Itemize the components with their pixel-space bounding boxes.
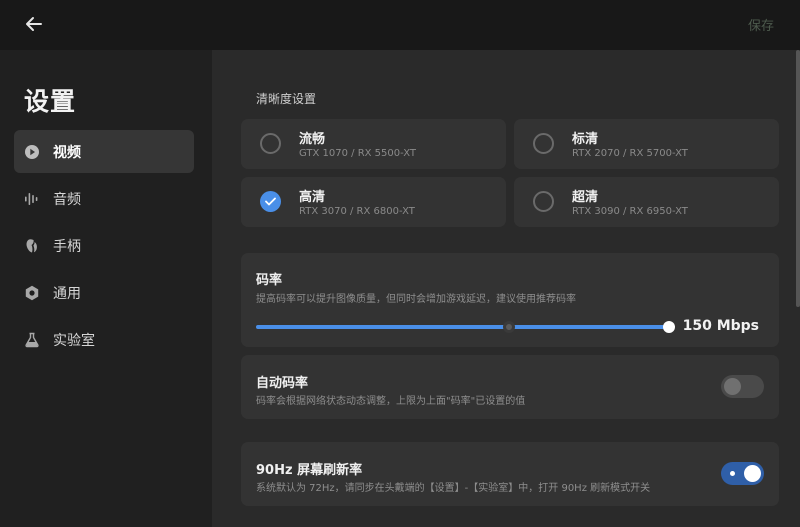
refresh-rate-card: 90Hz 屏幕刷新率 系统默认为 72Hz，请同步在头戴端的【设置】-【实验室】… — [241, 442, 779, 506]
quality-option-gpu: RTX 2070 / RX 5700-XT — [572, 148, 688, 159]
sidebar-item-controller[interactable]: 手柄 — [14, 224, 194, 267]
quality-option-ultra[interactable]: 超清 RTX 3090 / RX 6950-XT — [514, 177, 779, 227]
quality-option-name: 超清 — [572, 190, 599, 205]
quality-option-gpu: RTX 3090 / RX 6950-XT — [572, 206, 688, 217]
gear-icon — [25, 285, 39, 300]
radio-unchecked-icon — [533, 191, 554, 212]
sidebar-title: 设置 — [24, 87, 77, 116]
bitrate-value: 150 Mbps — [682, 318, 759, 334]
sidebar-item-label: 视频 — [53, 144, 81, 161]
flask-icon — [25, 332, 39, 347]
sidebar: 设置 视频 音频 手柄 通用 实验室 — [0, 50, 212, 527]
bitrate-slider-thumb[interactable] — [663, 321, 675, 333]
refresh-rate-title: 90Hz 屏幕刷新率 — [256, 463, 363, 478]
auto-bitrate-title: 自动码率 — [256, 376, 309, 391]
quality-option-smooth[interactable]: 流畅 GTX 1070 / RX 5500-XT — [241, 119, 506, 169]
bitrate-title: 码率 — [256, 273, 283, 288]
sidebar-item-label: 通用 — [53, 285, 81, 302]
play-circle-icon — [25, 144, 39, 159]
toggle-knob — [724, 378, 741, 395]
quality-option-name: 标清 — [572, 132, 599, 147]
bitrate-description: 提高码率可以提升图像质量，但同时会增加游戏延迟，建议使用推荐码率 — [256, 294, 576, 305]
sidebar-item-label: 实验室 — [53, 332, 95, 349]
sidebar-nav: 视频 音频 手柄 通用 实验室 — [14, 130, 194, 365]
sidebar-item-video[interactable]: 视频 — [14, 130, 194, 173]
bitrate-card: 码率 提高码率可以提升图像质量，但同时会增加游戏延迟，建议使用推荐码率 150 … — [241, 253, 779, 347]
auto-bitrate-toggle[interactable] — [721, 375, 764, 398]
bitrate-slider-track[interactable] — [256, 325, 669, 329]
sidebar-item-label: 音频 — [53, 191, 81, 208]
arrow-left-icon — [26, 17, 42, 31]
quality-option-high[interactable]: 高清 RTX 3070 / RX 6800-XT — [241, 177, 506, 227]
settings-panel: 清晰度设置 流畅 GTX 1070 / RX 5500-XT 标清 RTX 20… — [212, 50, 800, 527]
save-button[interactable]: 保存 — [748, 15, 774, 34]
radio-checked-icon — [260, 191, 281, 212]
sidebar-item-label: 手柄 — [53, 238, 81, 255]
back-button[interactable] — [22, 12, 46, 36]
scrollbar[interactable] — [796, 50, 800, 307]
refresh-rate-description: 系统默认为 72Hz，请同步在头戴端的【设置】-【实验室】中，打开 90Hz 刷… — [256, 483, 651, 494]
refresh-rate-toggle[interactable] — [721, 462, 764, 485]
quality-option-gpu: GTX 1070 / RX 5500-XT — [299, 148, 417, 159]
sidebar-item-audio[interactable]: 音频 — [14, 177, 194, 220]
controller-icon — [26, 238, 37, 252]
auto-bitrate-description: 码率会根据网络状态动态调整，上限为上面"码率"已设置的值 — [256, 396, 526, 407]
quality-option-name: 流畅 — [299, 132, 326, 147]
quality-section-title: 清晰度设置 — [256, 92, 317, 106]
sidebar-item-lab[interactable]: 实验室 — [14, 318, 194, 361]
quality-option-standard[interactable]: 标清 RTX 2070 / RX 5700-XT — [514, 119, 779, 169]
radio-unchecked-icon — [533, 133, 554, 154]
quality-option-gpu: RTX 3070 / RX 6800-XT — [299, 206, 415, 217]
sidebar-item-general[interactable]: 通用 — [14, 271, 194, 314]
bitrate-recommended-marker — [503, 321, 515, 333]
quality-option-name: 高清 — [299, 190, 326, 205]
radio-unchecked-icon — [260, 133, 281, 154]
audio-bars-icon — [25, 192, 38, 205]
auto-bitrate-card: 自动码率 码率会根据网络状态动态调整，上限为上面"码率"已设置的值 — [241, 355, 779, 419]
toggle-on-dot — [730, 471, 735, 476]
toggle-knob — [744, 465, 761, 482]
top-bar: 保存 — [0, 0, 800, 50]
